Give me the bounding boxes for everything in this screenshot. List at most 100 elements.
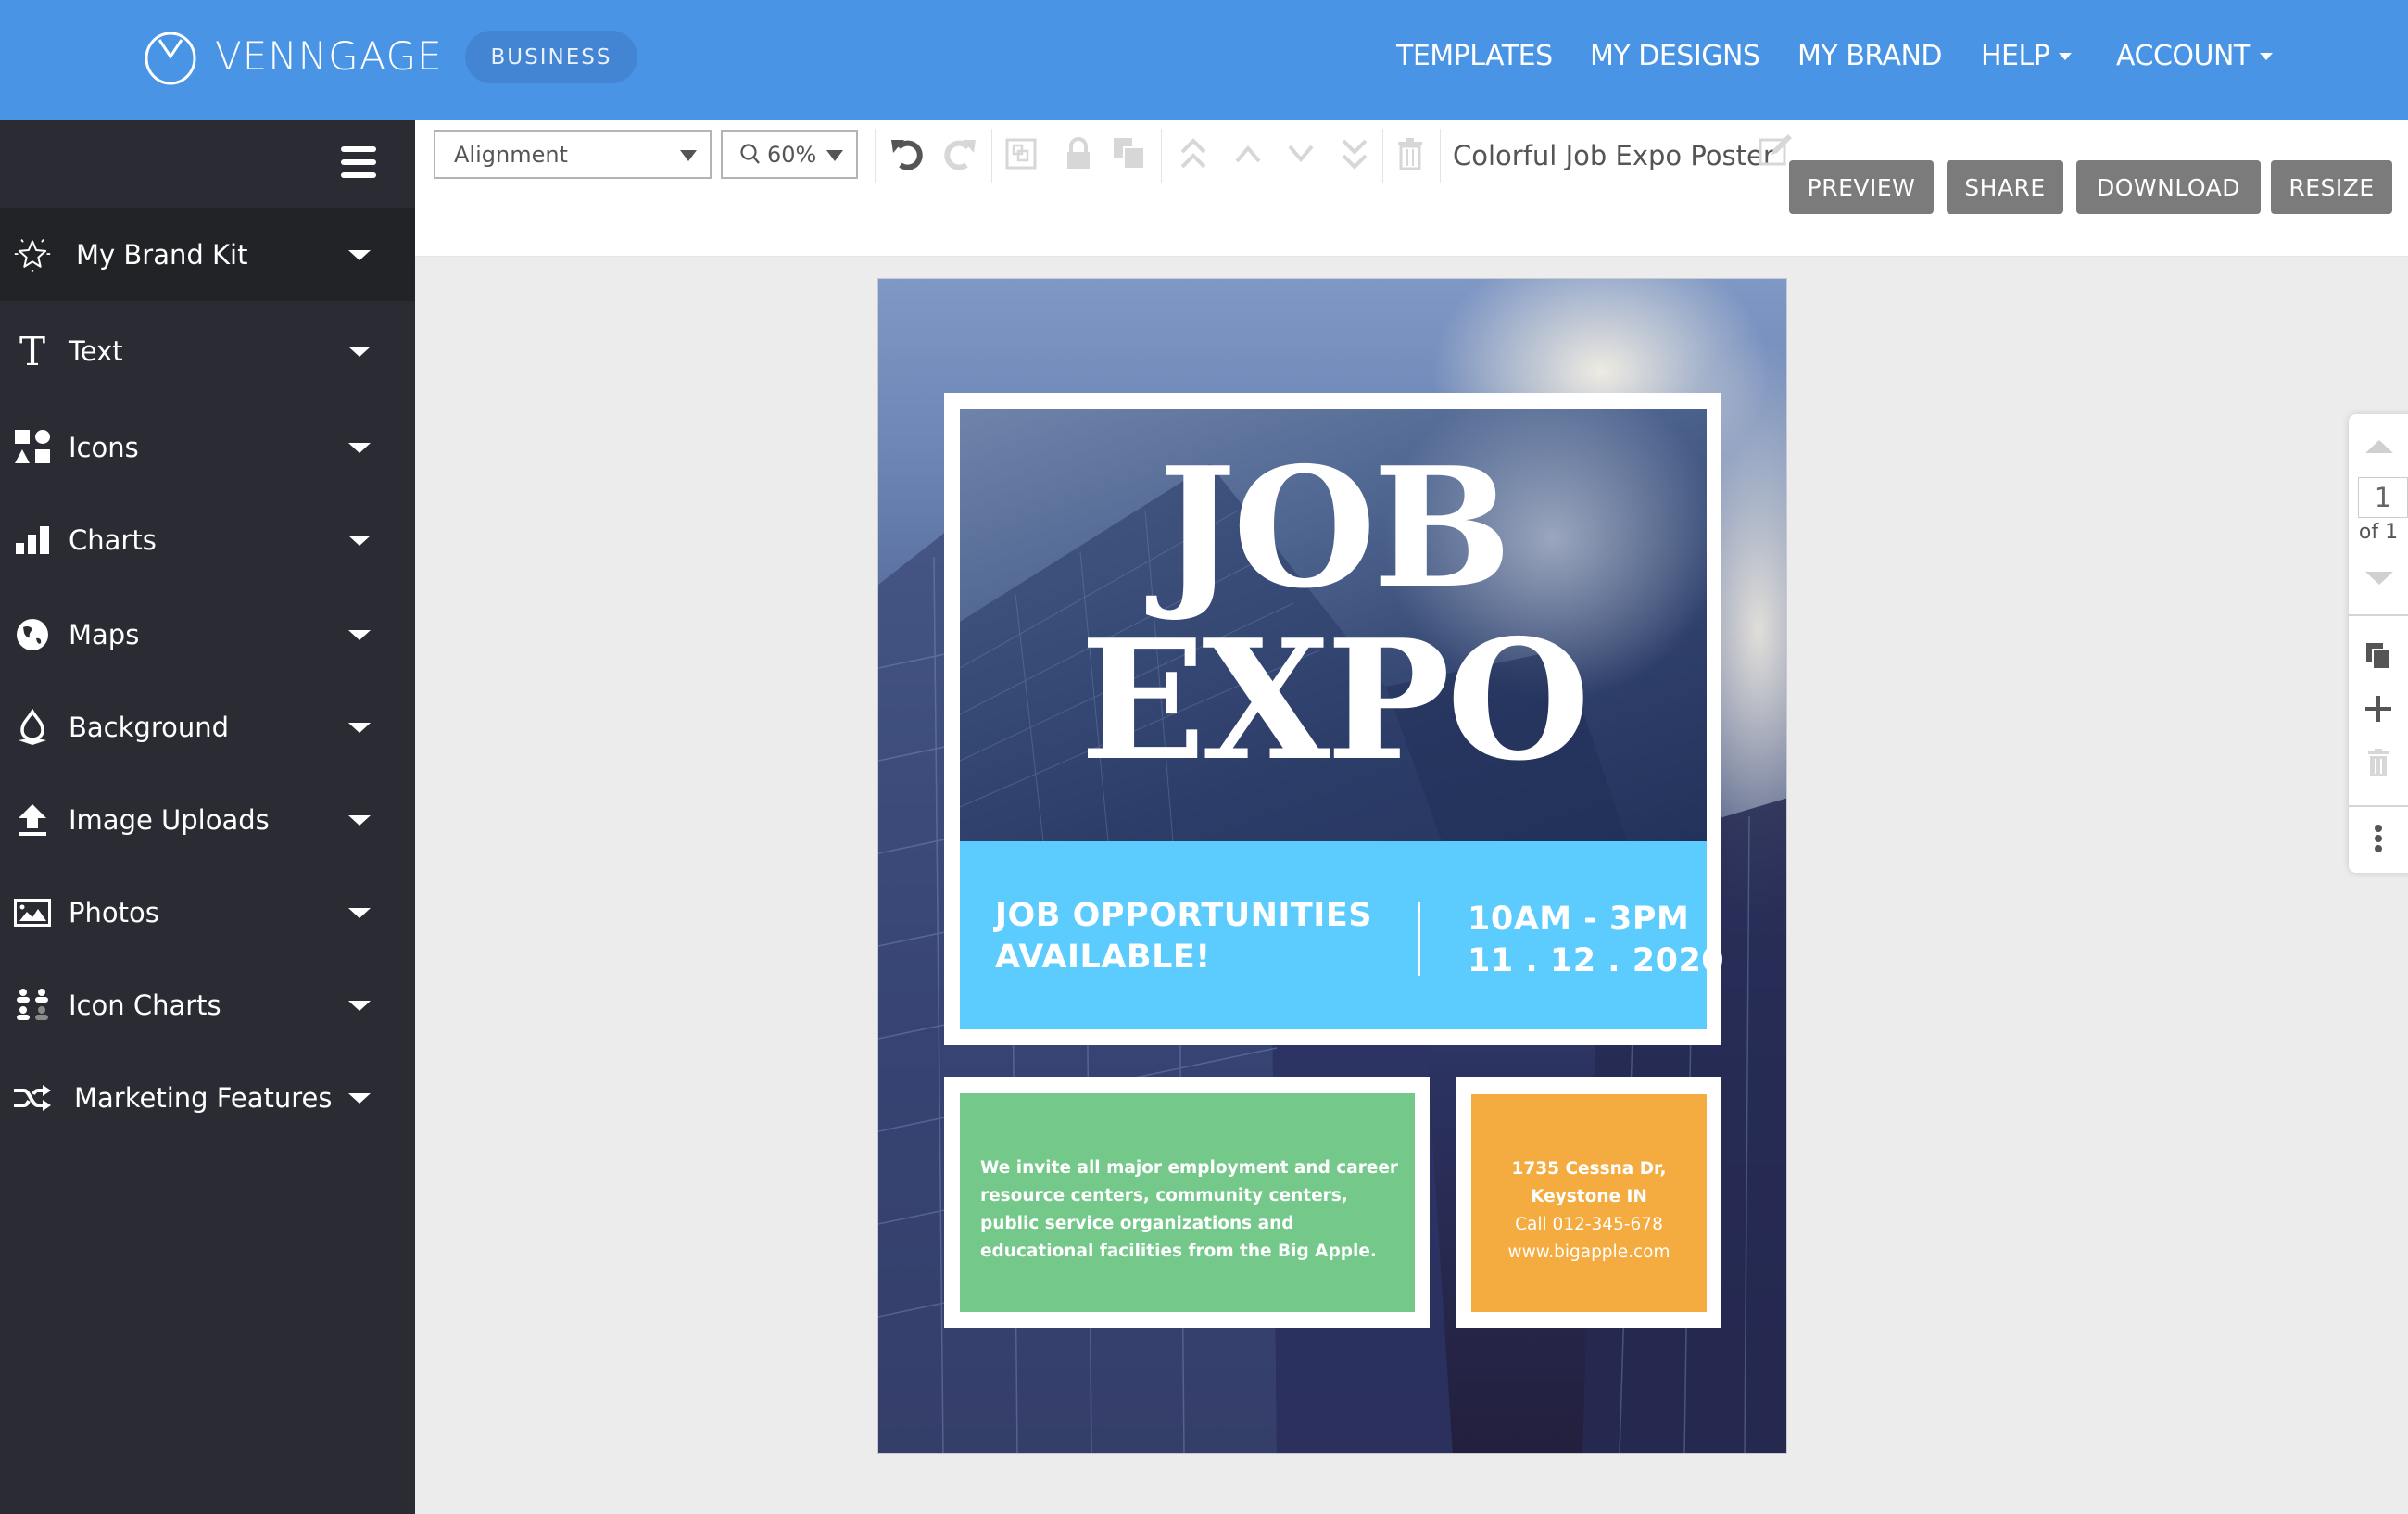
phone-number[interactable]: Call 012-345-678 <box>1471 1211 1707 1239</box>
nav-my-brand[interactable]: MY BRAND <box>1797 40 1943 72</box>
title-card[interactable]: JOB EXPO JOB OPPORTUNITIES AVAILABLE! 10… <box>944 393 1724 1045</box>
resize-button[interactable]: RESIZE <box>2271 160 2392 214</box>
nav-my-designs[interactable]: MY DESIGNS <box>1590 40 1760 72</box>
event-date: 11 . 12 . 2020 <box>1468 942 1725 979</box>
toolbar-divider <box>1161 129 1162 183</box>
download-button[interactable]: DOWNLOAD <box>2076 160 2261 214</box>
contact-box[interactable]: 1735 Cessna Dr, Keystone IN Call 012-345… <box>1471 1094 1707 1312</box>
nav-my-designs-label: MY DESIGNS <box>1590 40 1760 72</box>
toolbar-divider <box>875 129 876 183</box>
upload-icon <box>13 801 52 839</box>
sidebar-item-label: Photos <box>69 897 159 928</box>
sidebar-item-label: Icons <box>69 432 139 463</box>
sidebar-item-label: Text <box>69 335 123 367</box>
sidebar-item-photos[interactable]: Photos <box>0 866 415 959</box>
sidebar-item-label: Maps <box>69 619 140 650</box>
undo-icon[interactable] <box>886 132 928 175</box>
bring-to-front-icon[interactable] <box>1172 132 1215 175</box>
shuffle-icon <box>13 1079 52 1117</box>
poster-title-line1: JOB <box>1158 431 1512 625</box>
bring-forward-icon[interactable] <box>1227 132 1269 175</box>
description-text[interactable]: We invite all major employment and caree… <box>980 1154 1406 1266</box>
sidebar-item-label: Charts <box>69 524 157 556</box>
nav-my-brand-label: MY BRAND <box>1797 40 1943 72</box>
opportunities-text[interactable]: JOB OPPORTUNITIES AVAILABLE! <box>995 895 1372 978</box>
page-count: of 1 <box>2358 521 2399 544</box>
sidebar-item-maps[interactable]: Maps <box>0 588 415 681</box>
document-title[interactable]: Colorful Job Expo Poster <box>1453 140 1774 171</box>
nav-help[interactable]: HELP <box>1981 40 2073 72</box>
sidebar-item-icons[interactable]: Icons <box>0 401 415 494</box>
send-backward-icon[interactable] <box>1280 132 1322 175</box>
duplicate-icon[interactable] <box>1108 132 1151 175</box>
more-options-icon[interactable] <box>2362 822 2395 855</box>
sidebar: My Brand Kit T Text Icons Charts Maps Ba… <box>0 120 415 1514</box>
band-divider <box>1418 902 1420 976</box>
poster-title-line2: EXPO <box>1079 603 1591 797</box>
venngage-logo-icon[interactable] <box>144 32 197 85</box>
plan-badge[interactable]: BUSINESS <box>465 31 637 83</box>
caret-down-icon <box>680 150 697 161</box>
delete-icon[interactable] <box>1389 132 1431 175</box>
sidebar-item-label: Icon Charts <box>69 990 221 1021</box>
toolbar-divider <box>1382 129 1383 183</box>
globe-icon <box>13 615 52 654</box>
share-button[interactable]: SHARE <box>1947 160 2063 214</box>
sidebar-item-icon-charts[interactable]: Icon Charts <box>0 959 415 1052</box>
send-to-back-icon[interactable] <box>1333 132 1376 175</box>
sidebar-item-label: Background <box>69 712 230 743</box>
page-number-input[interactable]: 1 <box>2358 477 2408 518</box>
sidebar-item-label: Image Uploads <box>69 804 270 836</box>
opportunities-line1: JOB OPPORTUNITIES <box>995 897 1372 934</box>
info-band[interactable]: JOB OPPORTUNITIES AVAILABLE! 10AM - 3PM … <box>960 841 1724 1029</box>
star-icon <box>13 235 52 274</box>
nav-account-label: ACCOUNT <box>2116 40 2250 72</box>
magnifier-icon <box>740 143 760 164</box>
address-line2[interactable]: Keystone IN <box>1471 1183 1707 1211</box>
description-box[interactable]: We invite all major employment and caree… <box>960 1093 1415 1312</box>
editor-toolbar: Alignment 60% Colorful Job Expo Poster P… <box>415 120 2408 257</box>
sidebar-item-image-uploads[interactable]: Image Uploads <box>0 774 415 866</box>
nav-templates[interactable]: TEMPLATES <box>1396 40 1553 72</box>
hamburger-icon[interactable] <box>341 146 376 178</box>
add-page-icon[interactable] <box>2362 692 2395 725</box>
lock-icon[interactable] <box>1057 132 1100 175</box>
poster-title[interactable]: JOB EXPO <box>960 442 1707 787</box>
preview-button[interactable]: PREVIEW <box>1789 160 1934 214</box>
chevron-down-icon <box>348 346 371 357</box>
poster-canvas[interactable]: JOB EXPO JOB OPPORTUNITIES AVAILABLE! 10… <box>877 278 1787 1454</box>
brand-name[interactable]: VENNGAGE <box>215 33 443 79</box>
delete-page-icon[interactable] <box>2362 746 2395 779</box>
sidebar-item-my-brand-kit[interactable]: My Brand Kit <box>0 208 415 301</box>
sidebar-item-charts[interactable]: Charts <box>0 494 415 587</box>
sidebar-item-text[interactable]: T Text <box>0 305 415 397</box>
previous-page-icon[interactable] <box>2365 440 2393 453</box>
chevron-down-icon <box>348 814 371 826</box>
people-icon <box>13 986 52 1025</box>
caret-down-icon <box>2059 52 2073 60</box>
image-icon <box>13 893 52 932</box>
sidebar-item-marketing-features[interactable]: Marketing Features <box>0 1052 415 1144</box>
sidebar-item-background[interactable]: Background <box>0 681 415 774</box>
nav-account[interactable]: ACCOUNT <box>2116 40 2273 72</box>
alignment-select[interactable]: Alignment <box>434 130 712 179</box>
event-time-date[interactable]: 10AM - 3PM 11 . 12 . 2020 <box>1468 899 1724 982</box>
group-icon[interactable] <box>1000 132 1042 175</box>
description-card[interactable]: We invite all major employment and caree… <box>944 1077 1430 1328</box>
panel-divider <box>2349 614 2408 616</box>
redo-icon[interactable] <box>939 132 981 175</box>
website[interactable]: www.bigapple.com <box>1471 1239 1707 1267</box>
hero-image[interactable]: JOB EXPO <box>960 409 1707 841</box>
page-navigator: 1 of 1 <box>2349 414 2408 873</box>
top-header: VENNGAGE BUSINESS TEMPLATES MY DESIGNS M… <box>0 0 2408 120</box>
duplicate-page-icon[interactable] <box>2362 639 2395 673</box>
toolbar-divider <box>991 129 992 183</box>
chevron-down-icon <box>348 1092 371 1104</box>
panel-divider <box>2349 805 2408 807</box>
zoom-select[interactable]: 60% <box>721 130 858 179</box>
sidebar-item-label: Marketing Features <box>74 1082 333 1114</box>
next-page-icon[interactable] <box>2365 572 2393 585</box>
alignment-select-value: Alignment <box>454 141 568 168</box>
contact-card[interactable]: 1735 Cessna Dr, Keystone IN Call 012-345… <box>1456 1077 1721 1328</box>
address-line1[interactable]: 1735 Cessna Dr, <box>1471 1155 1707 1183</box>
